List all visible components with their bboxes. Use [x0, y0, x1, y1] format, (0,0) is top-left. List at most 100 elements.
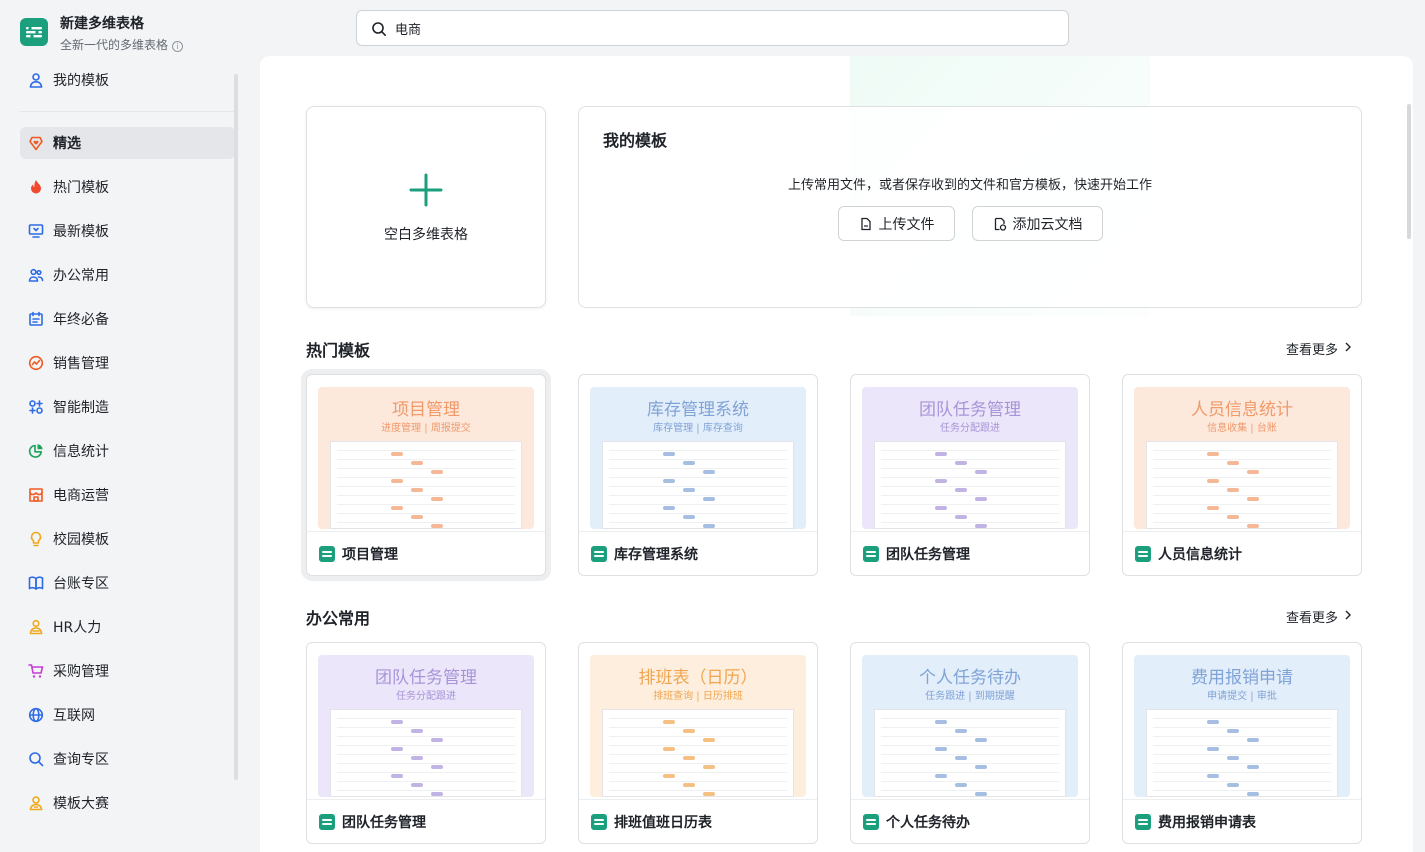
sidebar-item-10[interactable]: 校园模板: [20, 523, 235, 555]
preview-title: 库存管理系统: [647, 400, 749, 420]
sidebar-item-label: 采购管理: [53, 664, 109, 680]
my-templates-title: 我的模板: [603, 131, 668, 150]
template-name-row: 人员信息统计: [1135, 544, 1242, 564]
add-cloud-doc-button[interactable]: 添加云文档: [972, 206, 1103, 241]
bitable-icon: [591, 546, 607, 562]
sheet-row-line: [337, 450, 515, 451]
sheet-tag: [1247, 524, 1259, 528]
sheet-tag: [391, 720, 403, 724]
template-name: 库存管理系统: [614, 547, 698, 563]
card-divider: [579, 531, 817, 532]
template-name: 人员信息统计: [1158, 547, 1242, 563]
sheet-tag: [411, 515, 423, 519]
sidebar-item-label: 我的模板: [53, 73, 109, 89]
sheet-row-line: [337, 468, 515, 469]
sheet-tag: [431, 524, 443, 528]
sheet-row-line: [881, 459, 1059, 460]
sheet-row-line: [881, 468, 1059, 469]
preview-subtitle: 任务分配跟进: [396, 691, 456, 702]
sidebar-item-15[interactable]: 查询专区: [20, 743, 235, 775]
template-card[interactable]: 团队任务管理 任务分配跟进 团队任务管理: [850, 374, 1090, 576]
sheet-row-line: [609, 745, 787, 746]
sidebar-item-3[interactable]: 最新模板: [20, 215, 235, 247]
sidebar-item-7[interactable]: 智能制造: [20, 391, 235, 423]
preview-subtitle: 进度管理 | 周报提交: [381, 423, 471, 434]
upload-file-button[interactable]: 上传文件: [838, 206, 955, 241]
main-scrollbar[interactable]: [1407, 104, 1411, 239]
preview-sheet: [874, 441, 1066, 529]
sheet-tag: [1247, 497, 1259, 501]
sidebar-item-14[interactable]: 互联网: [20, 699, 235, 731]
sheet-row-line: [881, 495, 1059, 496]
info-icon[interactable]: i: [172, 41, 184, 52]
template-preview: 排班表（日历） 排班查询 | 日历排班: [590, 655, 806, 797]
template-card[interactable]: 团队任务管理 任务分配跟进 团队任务管理: [306, 642, 546, 844]
preview-title: 个人任务待办: [919, 668, 1021, 688]
sidebar-item-2[interactable]: 热门模板: [20, 171, 235, 203]
template-card[interactable]: 库存管理系统 库存管理 | 库存查询 库存管理系统: [578, 374, 818, 576]
sheet-tag: [391, 747, 403, 751]
preview-sheet: [330, 709, 522, 797]
see-more-link[interactable]: 查看更多: [1286, 339, 1352, 358]
chart-circle-icon: [27, 354, 45, 372]
sheet-row-line: [609, 763, 787, 764]
sheet-tag: [683, 515, 695, 519]
calendar-icon: [27, 310, 45, 328]
template-name: 费用报销申请表: [1158, 815, 1256, 831]
sidebar-item-16[interactable]: 模板大赛: [20, 787, 235, 819]
sheet-row-line: [881, 486, 1059, 487]
sidebar-item-9[interactable]: 电商运营: [20, 479, 235, 511]
template-card[interactable]: 个人任务待办 任务跟进 | 到期提醒 个人任务待办: [850, 642, 1090, 844]
bitable-icon: [319, 814, 335, 830]
monitor-icon: [27, 222, 45, 240]
sidebar-item-11[interactable]: 台账专区: [20, 567, 235, 599]
template-card[interactable]: 项目管理 进度管理 | 周报提交 项目管理: [306, 374, 546, 576]
sheet-row-line: [881, 754, 1059, 755]
see-more-link[interactable]: 查看更多: [1286, 607, 1352, 626]
sheet-row-line: [609, 736, 787, 737]
sidebar-item-my-templates[interactable]: 我的模板: [20, 64, 235, 96]
template-card[interactable]: 排班表（日历） 排班查询 | 日历排班 排班值班日历表: [578, 642, 818, 844]
preview-subtitle: 任务分配跟进: [940, 423, 1000, 434]
search-input[interactable]: [395, 11, 1055, 45]
sidebar-item-1[interactable]: 精选: [20, 127, 235, 159]
template-name-row: 库存管理系统: [591, 544, 698, 564]
sheet-row-line: [609, 495, 787, 496]
sidebar-item-label: 互联网: [53, 708, 95, 724]
sidebar-item-label: 热门模板: [53, 180, 109, 196]
sidebar-item-5[interactable]: 年终必备: [20, 303, 235, 335]
sidebar-scrollbar[interactable]: [234, 74, 238, 780]
card-divider: [851, 531, 1089, 532]
template-card[interactable]: 人员信息统计 信息收集 | 台账 人员信息统计: [1122, 374, 1362, 576]
sheet-row-line: [337, 459, 515, 460]
sidebar-item-4[interactable]: 办公常用: [20, 259, 235, 291]
sidebar-item-12[interactable]: HR人力: [20, 611, 235, 643]
sheet-tag: [391, 479, 403, 483]
sheet-row-line: [337, 504, 515, 505]
people-icon: [27, 266, 45, 284]
sheet-tag: [1247, 765, 1259, 769]
sidebar-item-8[interactable]: 信息统计: [20, 435, 235, 467]
sheet-row-line: [609, 504, 787, 505]
sheet-tag: [1207, 479, 1219, 483]
sheet-tag: [975, 792, 987, 796]
preview-title: 排班表（日历）: [638, 668, 758, 688]
template-card[interactable]: 费用报销申请 申请提交 | 审批 费用报销申请表: [1122, 642, 1362, 844]
sheet-tag: [703, 524, 715, 528]
blank-bitable-card[interactable]: 空白多维表格: [306, 106, 546, 308]
see-more-label: 查看更多: [1286, 343, 1339, 358]
sidebar-item-13[interactable]: 采购管理: [20, 655, 235, 687]
sheet-tag: [975, 765, 987, 769]
search-box[interactable]: [356, 10, 1069, 46]
search-icon: [372, 22, 386, 36]
chevron-right-icon: [1338, 341, 1352, 356]
sheet-tag: [1227, 783, 1239, 787]
sheet-tag: [1227, 729, 1239, 733]
sheet-tag: [431, 792, 443, 796]
sidebar-item-6[interactable]: 销售管理: [20, 347, 235, 379]
shop-icon: [27, 486, 45, 504]
sheet-tag: [411, 756, 423, 760]
sheet-row-line: [881, 727, 1059, 728]
sheet-row-line: [1153, 772, 1331, 773]
bitable-logo-icon: [20, 18, 48, 46]
